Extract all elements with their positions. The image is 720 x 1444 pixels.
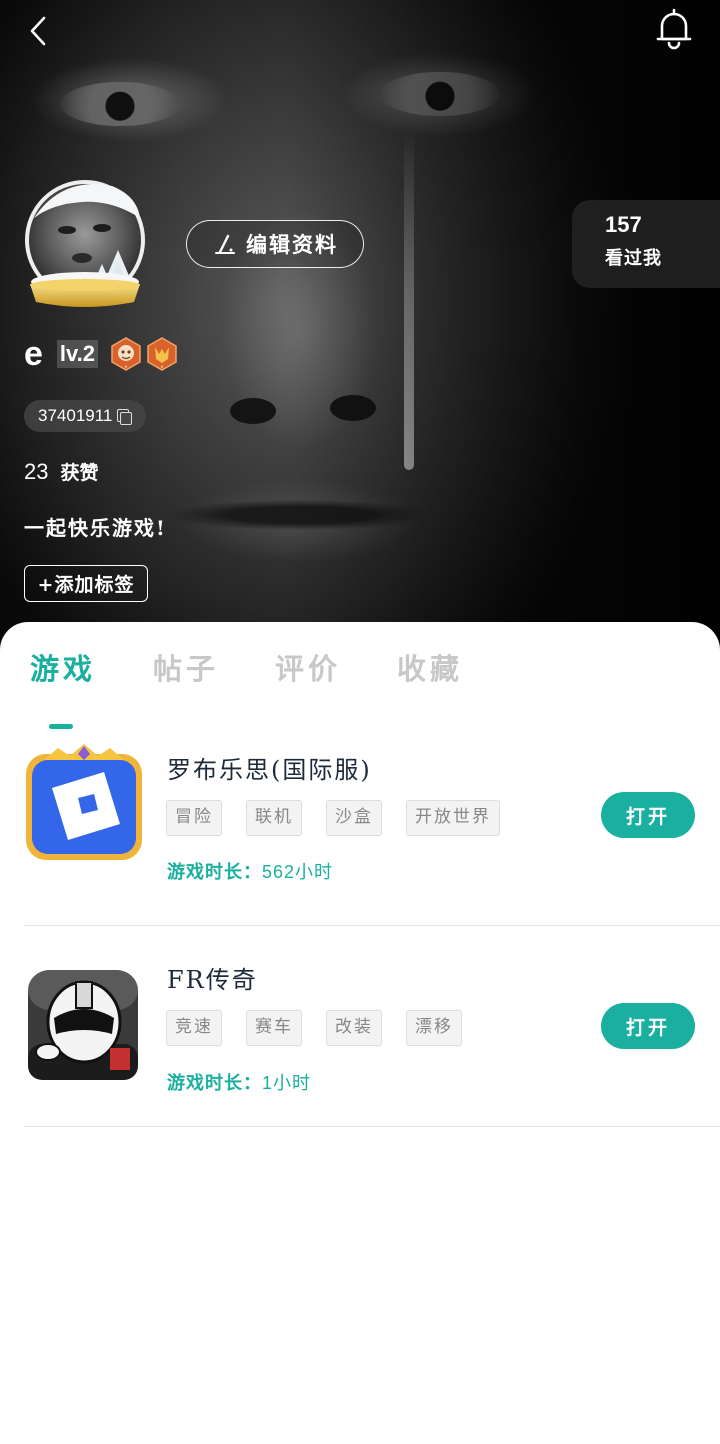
visitor-count: 157: [605, 212, 642, 237]
game-tag: 漂移: [406, 1010, 462, 1046]
game-playtime: 游戏时长：562小时: [167, 858, 333, 884]
likes-label: 获赞: [60, 462, 99, 484]
edit-profile-label: 编辑资料: [246, 232, 338, 257]
playtime-label: 游戏时长：: [167, 862, 262, 883]
likes-count: 23: [24, 459, 49, 484]
game-list-item[interactable]: 罗布乐思(国际服) 冒险 联机 沙盒 开放世界 游戏时长：562小时 打开: [24, 726, 720, 926]
user-id-pill[interactable]: 37401911: [24, 400, 147, 432]
visitor-label: 看过我: [605, 248, 662, 269]
tab-games[interactable]: 游戏: [30, 646, 96, 688]
game-playtime: 游戏时长：1小时: [167, 1069, 311, 1095]
edit-profile-button[interactable]: 编辑资料: [186, 220, 364, 268]
open-game-button[interactable]: 打开: [601, 1003, 695, 1049]
copy-icon[interactable]: [116, 408, 133, 425]
level-badge: lv.2: [56, 340, 98, 368]
game-tag: 联机: [246, 800, 302, 836]
profile-cover-image: [0, 0, 720, 660]
open-game-button[interactable]: 打开: [601, 792, 695, 838]
user-id: 37401911: [38, 406, 113, 425]
game-tag: 开放世界: [406, 800, 500, 836]
game-tag: 赛车: [246, 1010, 302, 1046]
username: e: [24, 335, 43, 373]
game-tags: 冒险 联机 沙盒 开放世界: [166, 800, 500, 836]
snow-globe-avatar-icon: [25, 180, 145, 307]
playtime-value: 1小时: [262, 1073, 312, 1093]
avatar[interactable]: [22, 178, 148, 312]
game-title: 罗布乐思(国际服): [167, 756, 372, 784]
game-tags: 竞速 赛车 改装 漂移: [166, 1010, 462, 1046]
playtime-label: 游戏时长：: [167, 1073, 262, 1094]
chevron-left-icon: [30, 16, 46, 46]
roblox-app-icon[interactable]: [24, 742, 144, 862]
pencil-icon: [215, 234, 235, 254]
tab-reviews[interactable]: 评价: [275, 646, 341, 688]
game-tag: 冒险: [166, 800, 222, 836]
back-button[interactable]: [22, 14, 56, 48]
likes-stat: 23 获赞: [24, 458, 99, 485]
tab-bar: 游戏 帖子 评价 收藏: [0, 646, 720, 729]
game-title: FR传奇: [167, 966, 258, 994]
game-tag: 沙盒: [326, 800, 382, 836]
visitors-card[interactable]: 157 看过我: [572, 200, 720, 288]
fr-legends-app-icon[interactable]: [28, 970, 138, 1080]
game-list-item[interactable]: FR传奇 竞速 赛车 改装 漂移 游戏时长：1小时 打开: [24, 926, 720, 1127]
profile-bio: 一起快乐游戏!: [24, 516, 167, 540]
game-tag: 竞速: [166, 1010, 222, 1046]
add-tag-button[interactable]: +添加标签: [24, 565, 148, 602]
bell-icon: [656, 8, 692, 50]
playtime-value: 562小时: [262, 862, 334, 882]
notifications-button[interactable]: [652, 6, 696, 50]
game-tag: 改装: [326, 1010, 382, 1046]
name-row: e lv.2: [24, 334, 182, 374]
tab-favorites[interactable]: 收藏: [397, 646, 463, 688]
fox-badge-icon[interactable]: [146, 337, 178, 371]
tab-posts[interactable]: 帖子: [153, 646, 219, 688]
achievement-badge-icon[interactable]: [110, 337, 142, 371]
content-sheet: 游戏 帖子 评价 收藏 罗布乐思(国际服) 冒险 联机 沙盒 开放世界 游戏时长…: [0, 622, 720, 1444]
